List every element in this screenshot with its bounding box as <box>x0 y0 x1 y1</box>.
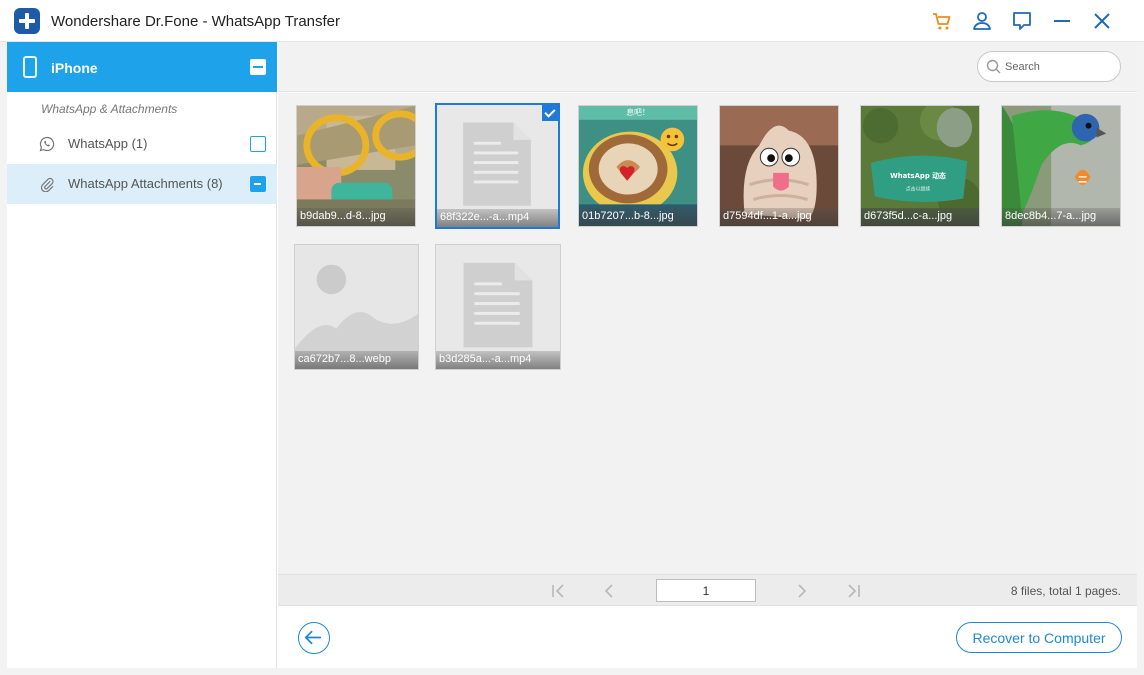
back-arrow-icon <box>304 630 322 645</box>
device-select-all-checkbox[interactable] <box>250 59 266 75</box>
drfone-logo-icon <box>14 8 40 34</box>
card-title-text: WhatsApp 动态 <box>890 171 946 180</box>
file-thumbnail[interactable]: b3d285a...-a...mp4 <box>435 244 561 370</box>
window-edge <box>1137 42 1144 675</box>
file-name: 68f322e...-a...mp4 <box>437 209 558 227</box>
file-name: 01b7207...b-8...jpg <box>579 208 697 226</box>
window-edge <box>0 42 7 668</box>
file-name: ca672b7...8...webp <box>295 351 418 369</box>
device-header[interactable]: iPhone <box>7 42 277 92</box>
app-window: Wondershare Dr.Fone - WhatsApp Transfer … <box>0 0 1144 675</box>
file-thumbnail[interactable]: d7594df...1-a...jpg <box>719 105 839 227</box>
sidebar-item-label: WhatsApp Attachments (8) <box>68 176 223 191</box>
cart-icon[interactable] <box>931 10 953 32</box>
sidebar-item-whatsapp-attachments[interactable]: WhatsApp Attachments (8) <box>7 164 277 204</box>
file-name: 8dec8b4...7-a...jpg <box>1002 208 1120 226</box>
toolbar <box>278 42 1137 92</box>
sidebar-item-whatsapp[interactable]: WhatsApp (1) <box>7 124 277 164</box>
file-thumbnail[interactable]: b9dab9...d-8...jpg <box>296 105 416 227</box>
file-thumbnail[interactable]: 8dec8b4...7-a...jpg <box>1001 105 1121 227</box>
next-page-icon[interactable] <box>792 581 812 601</box>
phone-icon <box>23 56 37 78</box>
window-edge <box>0 668 1144 675</box>
footer: Recover to Computer <box>278 607 1137 668</box>
attachments-checkbox[interactable] <box>250 176 266 192</box>
search-input[interactable] <box>1005 57 1113 77</box>
selected-check-icon <box>542 105 558 121</box>
close-icon[interactable] <box>1091 10 1113 32</box>
sidebar-item-label: WhatsApp (1) <box>68 136 148 151</box>
minimize-icon[interactable] <box>1051 10 1073 32</box>
app-title: Wondershare Dr.Fone - WhatsApp Transfer <box>51 13 341 30</box>
file-thumbnail[interactable]: 息吧！ 01b7207...b-8...jpg <box>578 105 698 227</box>
feedback-icon[interactable] <box>1011 10 1033 32</box>
file-name: d673f5d...c-a...jpg <box>861 208 979 226</box>
section-label: WhatsApp & Attachments <box>41 102 178 116</box>
title-bar: Wondershare Dr.Fone - WhatsApp Transfer <box>0 0 1144 42</box>
device-name: iPhone <box>51 60 98 76</box>
file-name: b3d285a...-a...mp4 <box>436 351 560 369</box>
card-subtitle-text: 点击以继续 <box>906 186 931 193</box>
latte-banner-text: 息吧！ <box>626 107 650 117</box>
sidebar: iPhone WhatsApp & Attachments WhatsApp (… <box>7 42 277 668</box>
file-thumbnail-selected[interactable]: 68f322e...-a...mp4 <box>435 103 560 229</box>
account-icon[interactable] <box>971 10 993 32</box>
search-icon <box>986 59 1001 74</box>
file-thumbnail[interactable]: ca672b7...8...webp <box>294 244 419 370</box>
file-name: d7594df...1-a...jpg <box>720 208 838 226</box>
recover-to-computer-button[interactable]: Recover to Computer <box>956 622 1122 653</box>
attachment-icon <box>40 177 54 192</box>
whatsapp-checkbox[interactable] <box>250 136 266 152</box>
file-grid: b9dab9...d-8...jpg 68f322e...-a...mp4 息吧… <box>278 93 1137 574</box>
file-thumbnail[interactable]: WhatsApp 动态 点击以继续 d673f5d...c-a...jpg <box>860 105 980 227</box>
last-page-icon[interactable] <box>844 581 864 601</box>
back-button[interactable] <box>298 622 330 654</box>
file-name: b9dab9...d-8...jpg <box>297 208 415 226</box>
pagination-bar: 8 files, total 1 pages. <box>278 574 1137 606</box>
first-page-icon[interactable] <box>548 581 568 601</box>
pager-status: 8 files, total 1 pages. <box>1010 584 1121 598</box>
search-box[interactable] <box>977 51 1121 82</box>
whatsapp-icon <box>39 136 55 152</box>
page-number-input[interactable] <box>656 579 756 602</box>
previous-page-icon[interactable] <box>599 581 619 601</box>
